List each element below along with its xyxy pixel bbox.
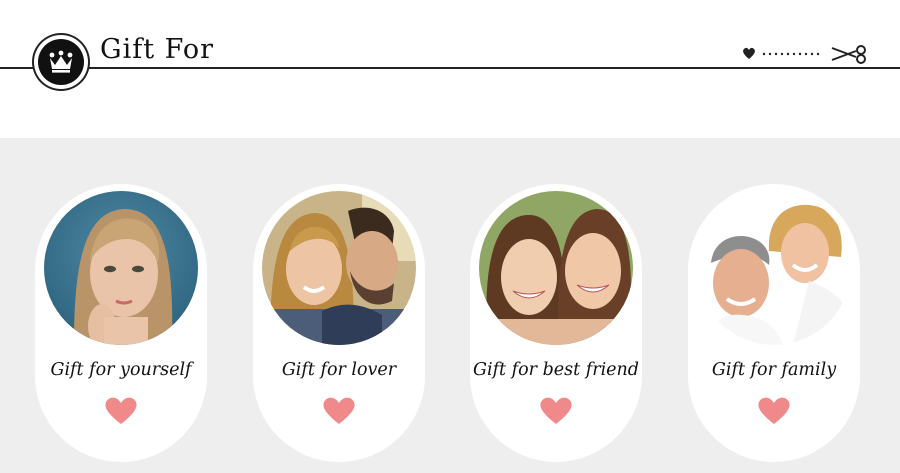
header: Gift For — [0, 0, 900, 138]
crown-icon — [38, 39, 84, 85]
photo-older-couple — [697, 191, 851, 345]
crown-badge — [34, 35, 88, 89]
card-label: Gift for family — [711, 360, 837, 380]
card-label: Gift for best friend — [473, 360, 639, 380]
heart-icon[interactable] — [104, 395, 138, 425]
card-label: Gift for lover — [281, 360, 397, 380]
gift-card-family[interactable]: Gift for family — [688, 184, 860, 462]
gift-card-best-friend[interactable]: Gift for best friend — [470, 184, 642, 462]
small-heart-icon — [743, 47, 755, 59]
photo-young-woman — [44, 191, 198, 345]
photo-two-women — [479, 191, 633, 345]
card-label: Gift for yourself — [50, 360, 192, 380]
photo-couple — [262, 191, 416, 345]
heart-icon[interactable] — [322, 395, 356, 425]
header-divider — [0, 67, 900, 69]
scissors-icon — [831, 45, 866, 64]
heart-icon[interactable] — [757, 395, 791, 425]
heart-scissors-decoration — [743, 45, 866, 64]
gift-card-lover[interactable]: Gift for lover — [253, 184, 425, 462]
heart-icon[interactable] — [539, 395, 573, 425]
page-title: Gift For — [100, 34, 215, 65]
gift-card-yourself[interactable]: Gift for yourself — [35, 184, 207, 462]
